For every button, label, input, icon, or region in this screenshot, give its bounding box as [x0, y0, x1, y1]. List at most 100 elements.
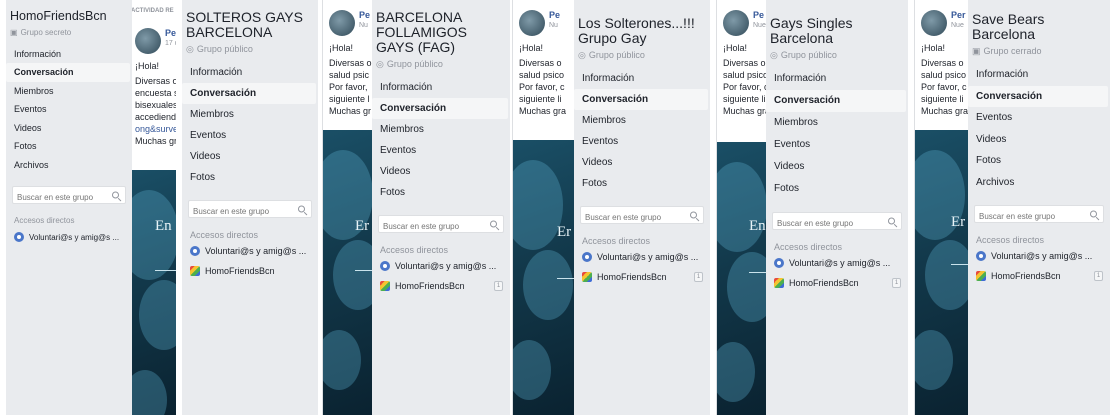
shortcut-item[interactable]: Voluntari@s y amig@s ... — [976, 251, 1092, 261]
nav-item[interactable]: Fotos — [574, 173, 708, 194]
post-timestamp[interactable]: Nue — [753, 22, 766, 29]
image-highlight — [513, 160, 563, 250]
nav-item[interactable]: Conversación — [182, 83, 316, 104]
shortcut-item[interactable]: HomoFriendsBcn — [976, 271, 1061, 281]
group-name[interactable]: Save Bears Barcelona — [972, 12, 1044, 42]
nav-item[interactable]: Miembros — [6, 82, 130, 101]
group-search-input[interactable] — [13, 189, 103, 206]
nav-item[interactable]: Eventos — [766, 134, 906, 156]
group-search-box[interactable] — [12, 186, 126, 206]
post-timestamp[interactable]: 17 d — [165, 40, 176, 47]
nav-item[interactable]: Miembros — [574, 110, 708, 131]
nav-item[interactable]: Información — [182, 62, 316, 83]
shortcut-item[interactable]: Voluntari@s y amig@s ... — [14, 232, 119, 242]
post-image[interactable]: En — [129, 170, 176, 415]
nav-item[interactable]: Información — [6, 45, 130, 64]
nav-item[interactable]: Miembros — [372, 119, 508, 140]
group-search-input[interactable] — [975, 208, 1078, 225]
nav-item[interactable]: Fotos — [372, 182, 508, 203]
nav-item[interactable]: Fotos — [6, 137, 130, 156]
post-image[interactable]: En — [717, 142, 770, 415]
rainbow-flag-icon — [774, 278, 784, 288]
group-search-input[interactable] — [581, 209, 679, 226]
nav-item[interactable]: Eventos — [574, 131, 708, 152]
nav-item[interactable]: Conversación — [372, 98, 508, 119]
group-name[interactable]: Los Solterones...!!! Grupo Gay — [578, 16, 695, 46]
nav-item[interactable]: Conversación — [574, 89, 708, 110]
search-icon[interactable] — [1090, 210, 1097, 218]
group-name[interactable]: Gays Singles Barcelona — [770, 16, 852, 46]
group-search-box[interactable] — [580, 206, 704, 226]
group-search-input[interactable] — [189, 203, 287, 220]
author-avatar[interactable] — [921, 10, 947, 36]
nav-item[interactable]: Información — [574, 68, 708, 89]
post-timestamp[interactable]: Nu — [359, 22, 368, 29]
image-highlight — [139, 280, 176, 350]
post-feed-column: Pe Nu ¡Hola! Diversas o salud psic Por favor,… — [322, 0, 376, 415]
nav-item[interactable]: Miembros — [766, 112, 906, 134]
shortcut-item[interactable]: HomoFriendsBcn — [582, 272, 667, 282]
nav-item[interactable]: Información — [766, 68, 906, 90]
search-icon[interactable] — [112, 191, 119, 199]
group-name-line: BARCELONA — [186, 24, 273, 40]
nav-item[interactable]: Videos — [372, 161, 508, 182]
nav-item[interactable]: Fotos — [766, 178, 906, 200]
post-image[interactable]: Er — [915, 130, 972, 415]
post-image[interactable]: Er — [323, 130, 376, 415]
search-icon[interactable] — [888, 217, 895, 225]
nav-item[interactable]: Eventos — [968, 107, 1108, 129]
group-search-box[interactable] — [188, 200, 312, 220]
search-icon[interactable] — [490, 220, 497, 228]
nav-item[interactable]: Eventos — [6, 100, 130, 119]
nav-item[interactable]: Conversación — [968, 85, 1108, 107]
shortcut-item[interactable]: Voluntari@s y amig@s ... — [190, 246, 306, 256]
shortcut-item[interactable]: Voluntari@s y amig@s ... — [774, 258, 890, 268]
group-search-box[interactable] — [378, 215, 504, 235]
shortcut-item[interactable]: Voluntari@s y amig@s ... — [380, 261, 496, 271]
shortcut-item[interactable]: Voluntari@s y amig@s ... — [582, 252, 698, 262]
author-avatar[interactable] — [519, 10, 545, 36]
post-author-name[interactable]: Per — [951, 10, 966, 20]
nav-item[interactable]: Archivos — [6, 156, 130, 175]
nav-item[interactable]: Videos — [6, 119, 130, 138]
post-timestamp[interactable]: Nu — [549, 22, 558, 29]
nav-item[interactable]: Videos — [968, 129, 1108, 151]
nav-item[interactable]: Fotos — [968, 150, 1108, 172]
author-avatar[interactable] — [723, 10, 749, 36]
shortcut-item[interactable]: HomoFriendsBcn — [190, 266, 275, 276]
nav-item[interactable]: Videos — [182, 146, 316, 167]
group-search-input[interactable] — [773, 215, 876, 232]
post-author-name[interactable]: Pe — [549, 10, 560, 20]
nav-item[interactable]: Archivos — [968, 172, 1108, 194]
search-icon[interactable] — [298, 205, 305, 213]
nav-item[interactable]: Videos — [574, 152, 708, 173]
post-text-line: Diversas o — [519, 58, 562, 68]
post-author-name[interactable]: Pe — [753, 10, 764, 20]
author-avatar[interactable] — [135, 28, 161, 54]
group-name[interactable]: HomoFriendsBcn — [10, 9, 107, 24]
group-name[interactable]: BARCELONA FOLLAMIGOS GAYS (FAG) — [376, 10, 467, 55]
nav-item[interactable]: Videos — [766, 156, 906, 178]
search-icon[interactable] — [690, 211, 697, 219]
nav-item[interactable]: Conversación — [6, 63, 130, 82]
post-author-name[interactable]: Pe — [359, 10, 370, 20]
nav-item[interactable]: Fotos — [182, 167, 316, 188]
post-image[interactable]: Er — [513, 140, 578, 415]
group-search-input[interactable] — [379, 218, 479, 235]
nav-item[interactable]: Eventos — [182, 125, 316, 146]
author-avatar[interactable] — [329, 10, 355, 36]
group-search-box[interactable] — [974, 205, 1104, 225]
nav-item[interactable]: Miembros — [182, 104, 316, 125]
shortcut-item[interactable]: HomoFriendsBcn — [380, 281, 465, 291]
nav-item[interactable]: Eventos — [372, 140, 508, 161]
group-search-box[interactable] — [772, 212, 902, 232]
post-author-name[interactable]: Per — [165, 28, 176, 38]
shortcut-label: HomoFriendsBcn — [789, 278, 859, 288]
post-text-line[interactable]: ong&surve — [135, 123, 176, 135]
post-timestamp[interactable]: Nue — [951, 22, 964, 29]
shortcut-item[interactable]: HomoFriendsBcn — [774, 278, 859, 288]
group-name[interactable]: SOLTEROS GAYS BARCELONA — [186, 10, 303, 40]
nav-item[interactable]: Información — [372, 77, 508, 98]
nav-item[interactable]: Conversación — [766, 90, 906, 112]
nav-item[interactable]: Información — [968, 64, 1108, 86]
